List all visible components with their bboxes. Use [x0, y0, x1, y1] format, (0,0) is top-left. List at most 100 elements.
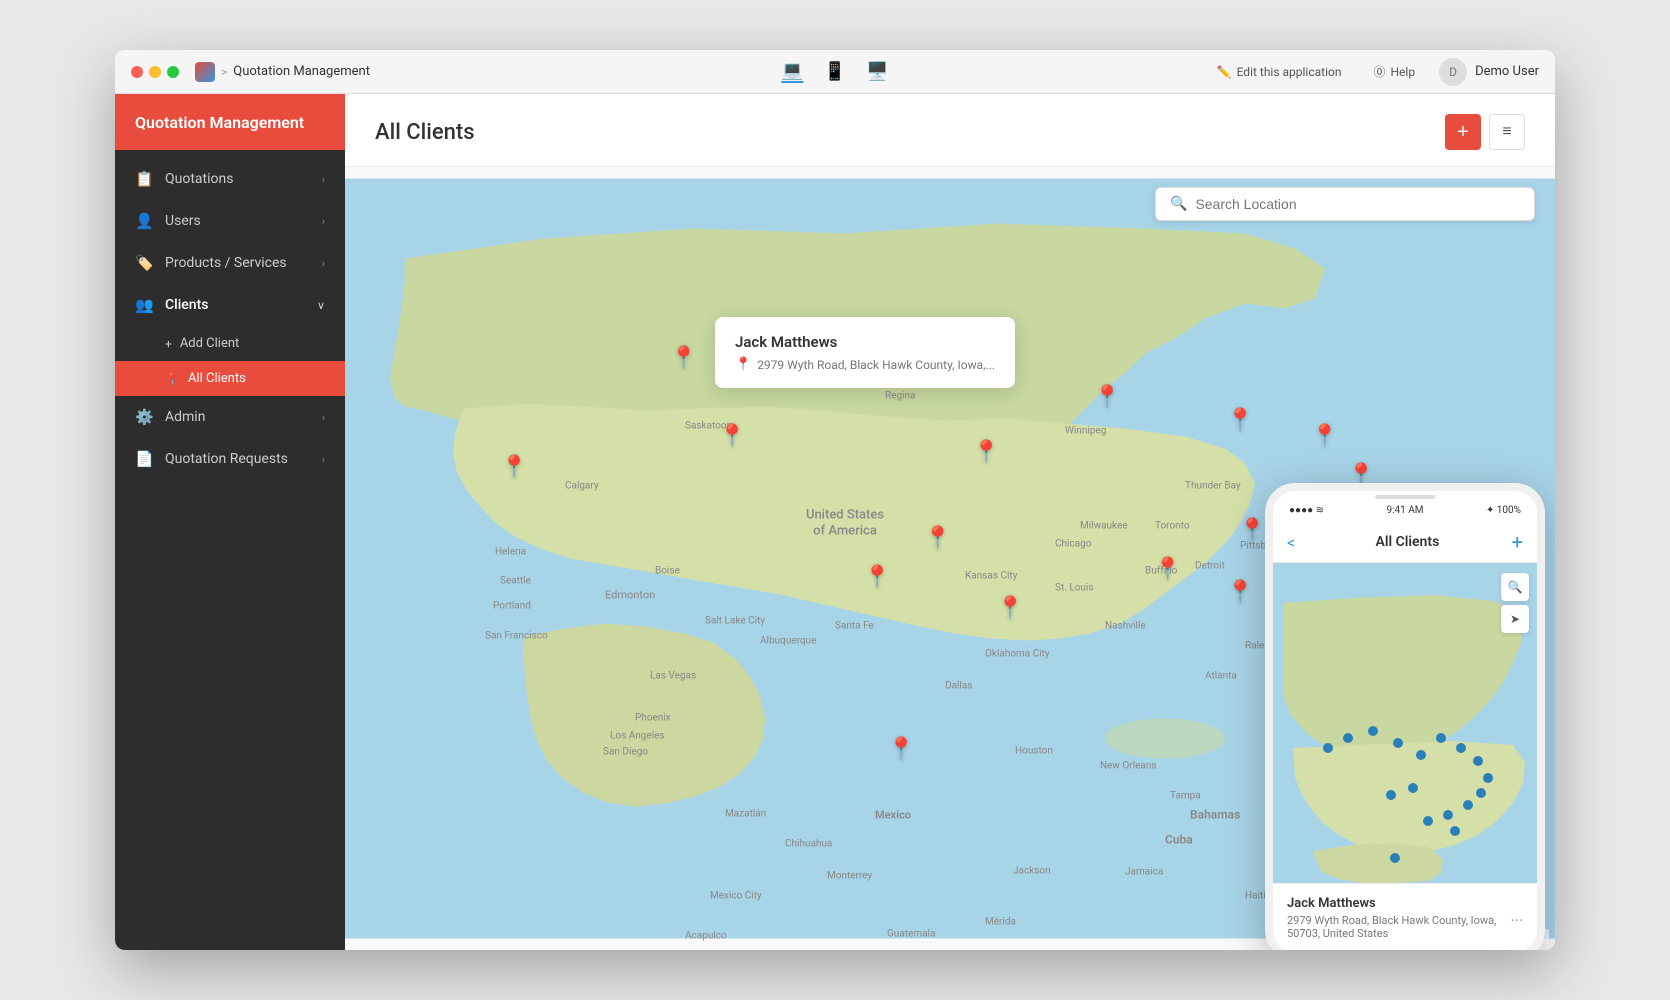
map-pin-7[interactable]: 📍	[1227, 408, 1254, 433]
map-pin-16[interactable]: 📍	[864, 565, 891, 590]
mobile-mockup: ●●●● ≋ 9:41 AM ✦ 100% < All Clients +	[1265, 483, 1545, 950]
sidebar-item-quotation-requests[interactable]: 📄 Quotation Requests ›	[115, 438, 345, 480]
laptop-icon[interactable]: 💻	[781, 60, 803, 83]
map-pin-3[interactable]: 📍	[670, 346, 697, 371]
svg-text:Portland: Portland	[493, 601, 531, 612]
products-label: Products / Services	[165, 255, 287, 271]
svg-text:Mexico: Mexico	[875, 809, 911, 822]
quotations-label: Quotations	[165, 171, 233, 187]
user-area: D Demo User	[1439, 58, 1539, 86]
mobile-add-button[interactable]: +	[1512, 530, 1523, 554]
admin-icon: ⚙️	[135, 408, 155, 426]
svg-text:of America: of America	[813, 524, 877, 539]
map-pin-8[interactable]: 📍	[1311, 424, 1338, 449]
svg-text:Oklahoma City: Oklahoma City	[985, 649, 1050, 660]
map-pin-15[interactable]: 📍	[924, 526, 951, 551]
svg-text:Nashville: Nashville	[1105, 621, 1146, 632]
svg-text:Salt Lake City: Salt Lake City	[705, 616, 765, 627]
svg-text:Albuquerque: Albuquerque	[760, 636, 816, 647]
search-icon: 🔍	[1170, 196, 1187, 212]
minimize-button[interactable]	[149, 66, 161, 78]
breadcrumb-separator: >	[221, 65, 227, 79]
svg-text:Bahamas: Bahamas	[1190, 808, 1240, 822]
svg-text:Calgary: Calgary	[565, 481, 599, 492]
edit-application-button[interactable]: ✏️ Edit this application	[1209, 61, 1350, 83]
svg-text:Las Vegas: Las Vegas	[650, 671, 696, 682]
close-button[interactable]	[131, 66, 143, 78]
svg-text:San Francisco: San Francisco	[485, 631, 548, 642]
map-pin-13[interactable]: 📍	[1227, 580, 1254, 605]
svg-text:Mazatlán: Mazatlán	[725, 809, 766, 820]
mobile-client-name: Jack Matthews	[1287, 896, 1523, 911]
map-pin-12[interactable]: 📍	[1154, 557, 1181, 582]
breadcrumb-title: Quotation Management	[233, 64, 370, 79]
edit-label: Edit this application	[1237, 65, 1342, 79]
help-icon: ⓪	[1373, 63, 1385, 80]
admin-label: Admin	[165, 409, 205, 425]
sidebar-item-add-client[interactable]: + Add Client	[115, 326, 345, 361]
svg-text:Atlanta: Atlanta	[1205, 671, 1237, 682]
add-icon: +	[165, 337, 172, 351]
svg-text:Boise: Boise	[655, 566, 680, 577]
quotations-icon: 📋	[135, 170, 155, 188]
maximize-button[interactable]	[167, 66, 179, 78]
content-header: All Clients + ≡	[345, 94, 1555, 167]
svg-text:United States: United States	[806, 508, 884, 523]
svg-text:Helena: Helena	[495, 547, 526, 558]
mobile-search-tool[interactable]: 🔍	[1501, 573, 1529, 601]
sidebar-item-products[interactable]: 🏷️ Products / Services ›	[115, 242, 345, 284]
chevron-right-icon: ›	[322, 257, 325, 270]
map-popup: Jack Matthews 📍 2979 Wyth Road, Black Ha…	[715, 317, 1015, 388]
svg-text:Cuba: Cuba	[1165, 833, 1193, 847]
device-switcher: 💻 📱 🖥️	[781, 60, 888, 83]
mobile-back-button[interactable]: <	[1287, 533, 1295, 552]
products-icon: 🏷️	[135, 254, 155, 272]
svg-text:Chihuahua: Chihuahua	[785, 839, 832, 850]
svg-text:Winnipeg: Winnipeg	[1065, 426, 1106, 437]
sidebar-item-all-clients[interactable]: 📍 All Clients	[115, 361, 345, 396]
add-client-button[interactable]: +	[1445, 114, 1481, 150]
title-bar: > Quotation Management 💻 📱 🖥️ ✏️ Edit th…	[115, 50, 1555, 94]
sidebar-item-quotations[interactable]: 📋 Quotations ›	[115, 158, 345, 200]
map-pin-5[interactable]: 📍	[973, 440, 1000, 465]
user-name: Demo User	[1475, 64, 1539, 79]
map-pin-1[interactable]: 📍	[501, 455, 528, 480]
popup-pin-icon: 📍	[735, 357, 751, 372]
mobile-map-tools: 🔍 ➤	[1501, 573, 1529, 633]
map-search-bar: 🔍	[1155, 187, 1535, 221]
map-pin-14[interactable]: 📍	[997, 596, 1024, 621]
svg-text:Dallas: Dallas	[945, 681, 972, 692]
help-button[interactable]: ⓪ Help	[1365, 59, 1423, 84]
svg-text:Tampa: Tampa	[1170, 791, 1201, 802]
popup-address-text: 2979 Wyth Road, Black Hawk County, Iowa,…	[757, 358, 995, 372]
sidebar-item-admin[interactable]: ⚙️ Admin ›	[115, 396, 345, 438]
map-pin-2[interactable]: 📍	[718, 424, 745, 449]
svg-text:Jamaica: Jamaica	[1125, 867, 1163, 878]
svg-text:Toronto: Toronto	[1155, 521, 1190, 532]
svg-text:Jackson: Jackson	[1013, 866, 1051, 877]
tablet-icon[interactable]: 📱	[824, 61, 846, 82]
mobile-location-tool[interactable]: ➤	[1501, 605, 1529, 633]
svg-text:Regina: Regina	[885, 391, 915, 402]
mobile-page-title: All Clients	[1303, 534, 1512, 550]
sidebar-item-users[interactable]: 👤 Users ›	[115, 200, 345, 242]
sidebar-item-clients[interactable]: 👥 Clients ∨	[115, 284, 345, 326]
requests-label: Quotation Requests	[165, 451, 288, 467]
svg-text:Edmonton: Edmonton	[605, 589, 655, 602]
map-pin-17[interactable]: 📍	[888, 737, 915, 762]
menu-button[interactable]: ≡	[1489, 114, 1525, 150]
main-layout: Quotation Management 📋 Quotations › 👤 Us…	[115, 94, 1555, 950]
page-title: All Clients	[375, 120, 1445, 145]
map-pin-6[interactable]: 📍	[1094, 385, 1121, 410]
svg-text:Guatemala: Guatemala	[887, 929, 935, 940]
svg-text:Phoenix: Phoenix	[635, 713, 671, 724]
search-input[interactable]	[1195, 196, 1520, 212]
popup-client-name: Jack Matthews	[735, 333, 995, 351]
help-label: Help	[1391, 65, 1416, 79]
mobile-card-menu-button[interactable]: ···	[1510, 911, 1523, 930]
svg-text:Seattle: Seattle	[500, 576, 531, 587]
monitor-icon[interactable]: 🖥️	[866, 61, 888, 82]
svg-text:Mérida: Mérida	[985, 917, 1016, 928]
map-pin-11[interactable]: 📍	[1239, 518, 1266, 543]
title-bar-right: ✏️ Edit this application ⓪ Help D Demo U…	[1209, 58, 1539, 86]
